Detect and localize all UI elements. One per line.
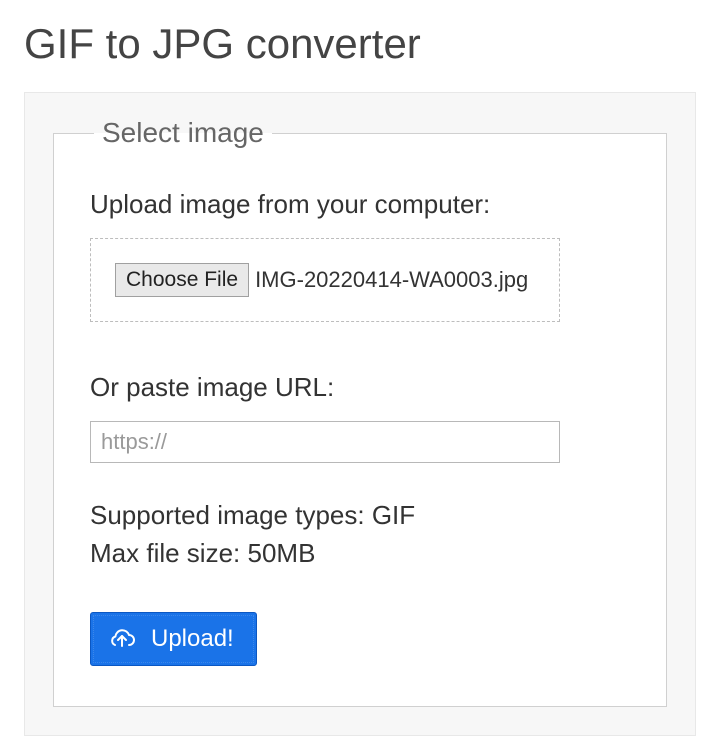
choose-file-button[interactable]: Choose File: [115, 263, 249, 297]
selected-file-name: IMG-20220414-WA0003.jpg: [255, 267, 528, 293]
info-group: Supported image types: GIF Max file size…: [90, 497, 630, 572]
max-file-size-text: Max file size: 50MB: [90, 535, 630, 573]
cloud-upload-icon: [107, 627, 137, 651]
image-url-input[interactable]: [90, 421, 560, 463]
select-image-legend: Select image: [94, 117, 272, 149]
converter-panel: Select image Upload image from your comp…: [24, 92, 696, 736]
upload-button-label: Upload!: [151, 625, 234, 653]
file-chooser-dropzone[interactable]: Choose File IMG-20220414-WA0003.jpg: [90, 238, 560, 322]
select-image-fieldset: Select image Upload image from your comp…: [53, 117, 667, 707]
upload-button[interactable]: Upload!: [90, 612, 257, 666]
supported-types-text: Supported image types: GIF: [90, 497, 630, 535]
page-title: GIF to JPG converter: [0, 0, 720, 84]
paste-url-label: Or paste image URL:: [90, 372, 630, 403]
upload-from-computer-label: Upload image from your computer:: [90, 189, 630, 220]
